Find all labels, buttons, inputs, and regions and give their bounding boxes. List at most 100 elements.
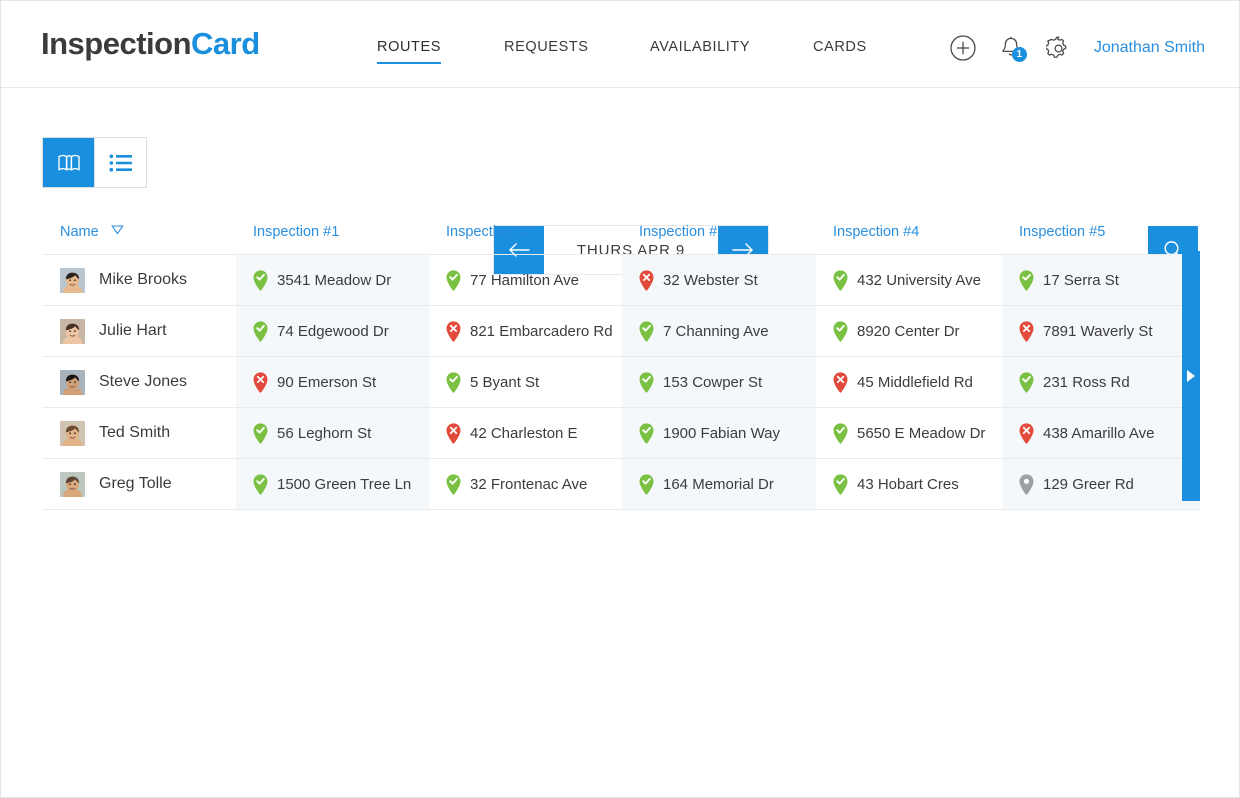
inspection-address: 90 Emerson St — [277, 375, 376, 390]
column-header-inspection-5[interactable]: Inspection #5 — [1002, 223, 1200, 255]
map-pin-complete-icon — [253, 270, 268, 291]
map-pin-complete-icon — [446, 372, 461, 393]
map-pin-complete-icon — [253, 423, 268, 444]
inspection-address: 8920 Center Dr — [857, 324, 960, 339]
logo-secondary-text: Card — [191, 26, 260, 61]
avatar-image — [60, 370, 85, 395]
column-header-inspection-3-label: Inspection #3 — [622, 224, 725, 240]
column-header-name[interactable]: Name — [42, 223, 236, 255]
map-pin-complete-icon — [639, 372, 654, 393]
settings-button[interactable] — [1042, 31, 1076, 65]
cell-inspection-4[interactable]: 5650 E Meadow Dr — [816, 408, 1002, 459]
cell-inspection-5[interactable]: 129 Greer Rd — [1002, 459, 1200, 510]
cell-name[interactable]: Greg Tolle — [42, 459, 236, 510]
cell-name[interactable]: Mike Brooks — [42, 255, 236, 306]
map-pin-complete-icon — [639, 474, 654, 495]
cell-inspection-2[interactable]: 821 Embarcadero Rd — [429, 306, 622, 357]
inspection-address: 45 Middlefield Rd — [857, 375, 973, 390]
avatar — [60, 319, 85, 344]
routes-table: Name Inspection #1 Inspection #2 Inspect… — [42, 223, 1200, 510]
inspection-address: 153 Cowper St — [663, 375, 762, 390]
cell-inspection-1[interactable]: 3541 Meadow Dr — [236, 255, 429, 306]
cell-inspection-1[interactable]: 74 Edgewood Dr — [236, 306, 429, 357]
nav-item-availability[interactable]: AVAILABILITY — [650, 39, 750, 62]
cell-inspection-4[interactable]: 43 Hobart Cres — [816, 459, 1002, 510]
inspection-address: 821 Embarcadero Rd — [470, 324, 613, 339]
view-list-button[interactable] — [94, 138, 146, 187]
cell-inspection-2[interactable]: 32 Frontenac Ave — [429, 459, 622, 510]
map-pin-complete-icon — [833, 423, 848, 444]
cell-inspection-3[interactable]: 164 Memorial Dr — [622, 459, 816, 510]
column-header-inspection-1-label: Inspection #1 — [236, 224, 339, 240]
add-button[interactable] — [946, 31, 980, 65]
cell-inspection-4[interactable]: 432 University Ave — [816, 255, 1002, 306]
cell-inspection-2[interactable]: 5 Byant St — [429, 357, 622, 408]
inspection-address: 1500 Green Tree Ln — [277, 477, 411, 492]
inspection-address: 231 Ross Rd — [1043, 375, 1130, 390]
map-icon — [57, 152, 81, 174]
cell-inspection-5[interactable]: 438 Amarillo Ave — [1002, 408, 1200, 459]
column-header-inspection-1[interactable]: Inspection #1 — [236, 223, 429, 255]
next-page-rail[interactable] — [1182, 251, 1200, 501]
inspection-address: 5 Byant St — [470, 375, 539, 390]
header-actions: 1 Jonathan Smith — [946, 31, 1205, 65]
list-icon — [109, 154, 133, 172]
column-header-name-label: Name — [60, 224, 99, 240]
avatar-image — [60, 421, 85, 446]
nav-item-routes[interactable]: ROUTES — [377, 39, 441, 64]
inspector-name: Greg Tolle — [99, 475, 172, 493]
cell-name[interactable]: Ted Smith — [42, 408, 236, 459]
cell-inspection-3[interactable]: 153 Cowper St — [622, 357, 816, 408]
cell-inspection-1[interactable]: 56 Leghorn St — [236, 408, 429, 459]
inspection-address: 432 University Ave — [857, 273, 981, 288]
nav-item-requests[interactable]: REQUESTS — [504, 39, 589, 62]
inspection-address: 129 Greer Rd — [1043, 477, 1134, 492]
cell-inspection-5[interactable]: 231 Ross Rd — [1002, 357, 1200, 408]
app-logo[interactable]: InspectionCard — [41, 26, 260, 62]
table-row[interactable]: Ted Smith56 Leghorn St42 Charleston E190… — [42, 408, 1200, 459]
inspector-name: Steve Jones — [99, 373, 187, 391]
cell-inspection-2[interactable]: 42 Charleston E — [429, 408, 622, 459]
column-header-inspection-4-label: Inspection #4 — [816, 224, 919, 240]
view-map-button[interactable] — [43, 138, 94, 187]
table-row[interactable]: Greg Tolle 1500 Green Tree Ln 32 Frontenac… — [42, 459, 1200, 510]
column-header-inspection-2[interactable]: Inspection #2 — [429, 223, 622, 255]
cell-inspection-1[interactable]: 1500 Green Tree Ln — [236, 459, 429, 510]
map-pin-complete-icon — [446, 270, 461, 291]
inspector-name: Julie Hart — [99, 322, 167, 340]
gear-icon — [1046, 36, 1071, 61]
cell-inspection-1[interactable]: 90 Emerson St — [236, 357, 429, 408]
cell-inspection-3[interactable]: 32 Webster St — [622, 255, 816, 306]
cell-name[interactable]: Steve Jones — [42, 357, 236, 408]
avatar-image — [60, 268, 85, 293]
inspection-address: 438 Amarillo Ave — [1043, 426, 1154, 441]
table-header: Name Inspection #1 Inspection #2 Inspect… — [42, 223, 1200, 255]
table-row[interactable]: Mike Brooks3541 Meadow Dr 77 Hamilton Ave… — [42, 255, 1200, 306]
table-header-row: Name Inspection #1 Inspection #2 Inspect… — [42, 223, 1200, 255]
sort-desc-icon[interactable] — [111, 223, 124, 239]
map-pin-failed-icon — [446, 321, 461, 342]
cell-inspection-4[interactable]: 8920 Center Dr — [816, 306, 1002, 357]
cell-inspection-4[interactable]: 45 Middlefield Rd — [816, 357, 1002, 408]
map-pin-complete-icon — [1019, 372, 1034, 393]
inspection-address: 7 Channing Ave — [663, 324, 769, 339]
inspection-address: 43 Hobart Cres — [857, 477, 959, 492]
inspection-address: 77 Hamilton Ave — [470, 273, 579, 288]
cell-inspection-3[interactable]: 1900 Fabian Way — [622, 408, 816, 459]
column-header-inspection-3[interactable]: Inspection #3 — [622, 223, 816, 255]
table-row[interactable]: Steve Jones 90 Emerson St 5 Byant St 153 Co… — [42, 357, 1200, 408]
cell-inspection-2[interactable]: 77 Hamilton Ave — [429, 255, 622, 306]
table-row[interactable]: Julie Hart 74 Edgewood Dr 821 Embarcadero … — [42, 306, 1200, 357]
logo-primary-text: Inspection — [41, 26, 191, 61]
user-menu[interactable]: Jonathan Smith — [1094, 39, 1205, 57]
notifications-button[interactable]: 1 — [994, 31, 1028, 65]
cell-inspection-5[interactable]: 17 Serra St — [1002, 255, 1200, 306]
cell-inspection-5[interactable]: 7891 Waverly St — [1002, 306, 1200, 357]
inspection-address: 32 Webster St — [663, 273, 758, 288]
map-pin-complete-icon — [833, 321, 848, 342]
cell-inspection-3[interactable]: 7 Channing Ave — [622, 306, 816, 357]
column-header-inspection-4[interactable]: Inspection #4 — [816, 223, 1002, 255]
cell-name[interactable]: Julie Hart — [42, 306, 236, 357]
app-header: InspectionCard ROUTES REQUESTS AVAILABIL… — [1, 1, 1239, 88]
nav-item-cards[interactable]: CARDS — [813, 39, 867, 62]
